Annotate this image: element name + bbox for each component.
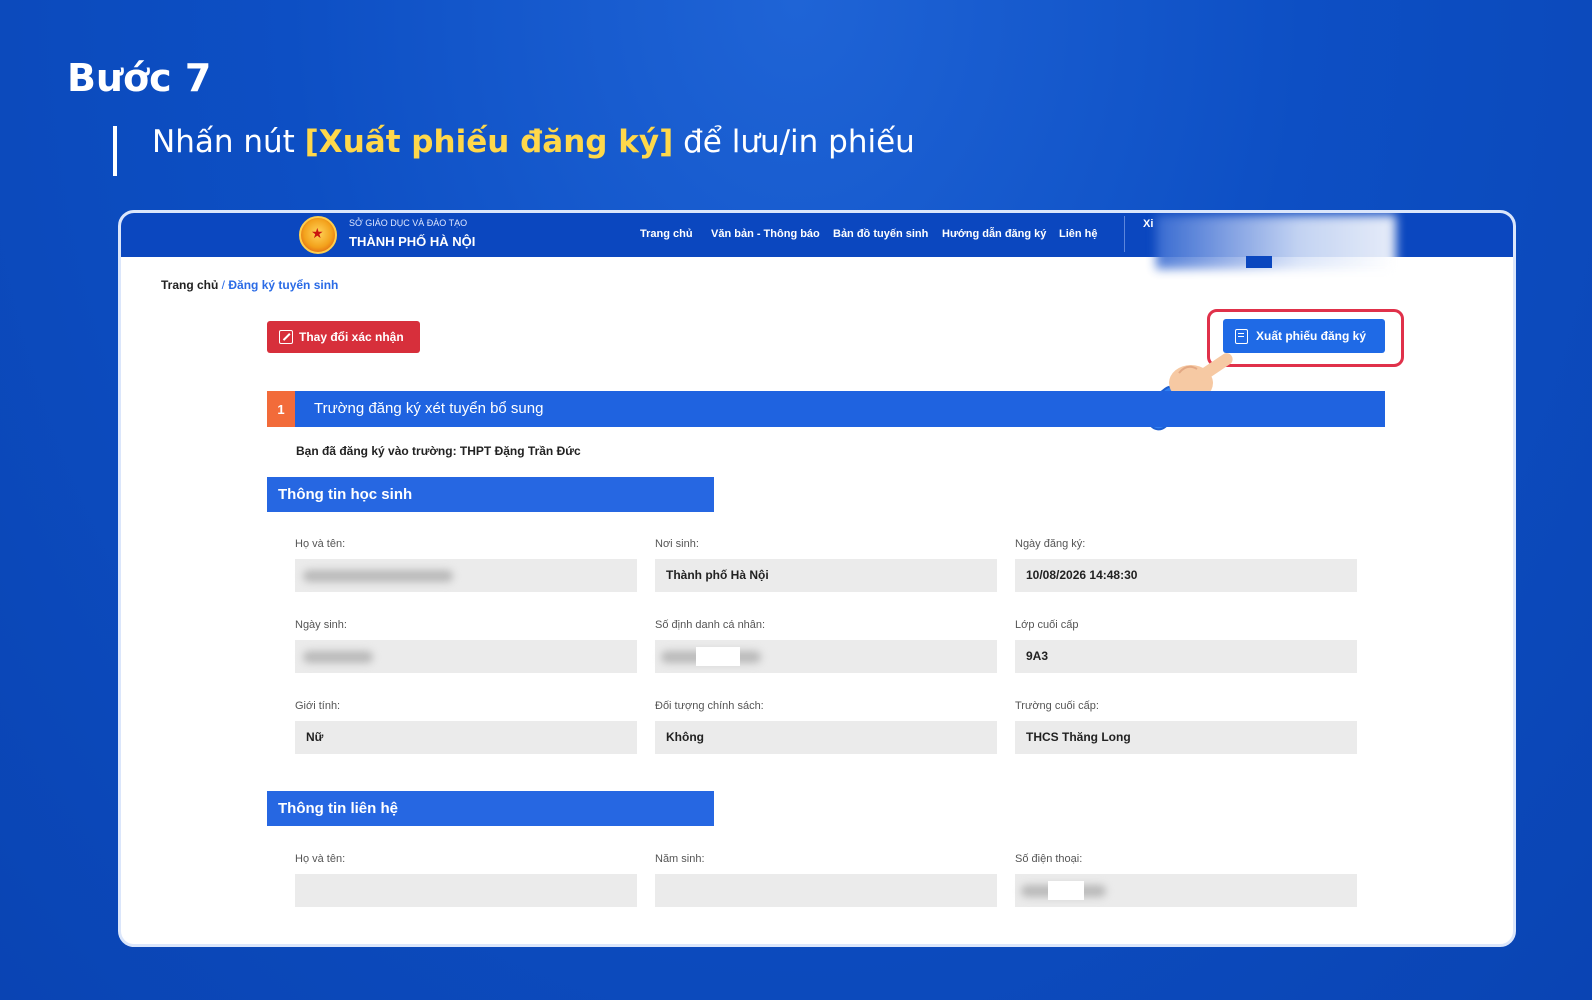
student-info-header: Thông tin học sinh <box>267 477 714 512</box>
user-badge <box>1246 256 1272 268</box>
field-label-final-school: Trường cuối cấp: <box>1015 700 1099 712</box>
step-instruction: Nhấn nút [Xuất phiếu đăng ký] để lưu/in … <box>152 124 915 160</box>
section-number: 1 <box>267 391 295 427</box>
nav-contact[interactable]: Liên hệ <box>1059 228 1098 240</box>
field-birthplace: Thành phố Hà Nội <box>655 559 997 592</box>
instruction-highlight: [Xuất phiếu đăng ký] <box>304 124 674 160</box>
top-navbar: ★ SỞ GIÁO DỤC VÀ ĐÀO TẠO THÀNH PHỐ HÀ NỘ… <box>121 213 1513 269</box>
blurred-value <box>303 651 373 663</box>
field-contact-name <box>295 874 637 907</box>
redaction-patch <box>1048 881 1084 900</box>
nav-home[interactable]: Trang chủ <box>640 228 693 240</box>
field-final-school: THCS Thăng Long <box>1015 721 1357 754</box>
star-icon: ★ <box>311 225 324 241</box>
field-fullname <box>295 559 637 592</box>
instruction-suffix: để lưu/in phiếu <box>673 124 915 160</box>
nav-divider <box>1124 216 1125 252</box>
field-label-birthdate: Ngày sinh: <box>295 619 347 631</box>
contact-info-header: Thông tin liên hệ <box>267 791 714 826</box>
registered-school-text: Bạn đã đăng ký vào trường: THPT Đặng Trầ… <box>296 444 581 458</box>
field-registration-date: 10/08/2026 14:48:30 <box>1015 559 1357 592</box>
field-label-registration-date: Ngày đăng ký: <box>1015 538 1086 550</box>
org-name-line1: SỞ GIÁO DỤC VÀ ĐÀO TẠO <box>349 218 468 228</box>
breadcrumb-separator: / <box>218 278 229 292</box>
user-account-blurred[interactable] <box>1156 215 1396 269</box>
field-final-class: 9A3 <box>1015 640 1357 673</box>
breadcrumb-current[interactable]: Đăng ký tuyển sinh <box>228 278 338 292</box>
emblem-logo[interactable]: ★ <box>299 216 337 254</box>
field-label-final-class: Lớp cuối cấp <box>1015 619 1079 631</box>
nav-documents[interactable]: Văn bản - Thông báo <box>711 228 820 240</box>
change-confirmation-button[interactable]: Thay đổi xác nhận <box>267 321 420 353</box>
blurred-value <box>303 570 453 582</box>
user-initials: Xi <box>1143 218 1154 230</box>
breadcrumb-home[interactable]: Trang chủ <box>161 278 218 292</box>
field-gender: Nữ <box>295 721 637 754</box>
breadcrumb: Trang chủ / Đăng ký tuyển sinh <box>161 278 338 292</box>
field-contact-birthyear <box>655 874 997 907</box>
section-title: Trường đăng ký xét tuyển bổ sung <box>314 400 544 417</box>
field-policy: Không <box>655 721 997 754</box>
org-name-line2: THÀNH PHỐ HÀ NỘI <box>349 234 476 249</box>
nav-map[interactable]: Bản đồ tuyến sinh <box>833 228 928 240</box>
instruction-prefix: Nhấn nút <box>152 124 305 160</box>
field-label-gender: Giới tính: <box>295 700 341 712</box>
field-personal-id <box>655 640 997 673</box>
step-title: Bước 7 <box>67 56 212 100</box>
field-label-personal-id: Số định danh cá nhân: <box>655 619 766 631</box>
field-birthdate <box>295 640 637 673</box>
section-header: 1 Trường đăng ký xét tuyển bổ sung <box>267 391 1385 427</box>
change-confirmation-label: Thay đổi xác nhận <box>299 330 404 344</box>
screenshot-frame: ★ SỞ GIÁO DỤC VÀ ĐÀO TẠO THÀNH PHỐ HÀ NỘ… <box>118 210 1516 947</box>
field-label-policy: Đối tượng chính sách: <box>655 700 764 712</box>
field-label-phone: Số điện thoại: <box>1015 853 1083 865</box>
field-label-fullname: Họ và tên: <box>295 538 346 550</box>
step-accent-bar <box>113 126 117 176</box>
field-label-contact-birthyear: Năm sinh: <box>655 853 705 865</box>
field-label-contact-name: Họ và tên: <box>295 853 346 865</box>
edit-icon <box>279 330 293 344</box>
redaction-patch <box>696 647 740 666</box>
field-label-birthplace: Nơi sinh: <box>655 538 699 550</box>
export-form-label: Xuất phiếu đăng ký <box>1256 329 1367 343</box>
nav-guide[interactable]: Hướng dẫn đăng ký <box>942 228 1046 240</box>
field-phone <box>1015 874 1357 907</box>
